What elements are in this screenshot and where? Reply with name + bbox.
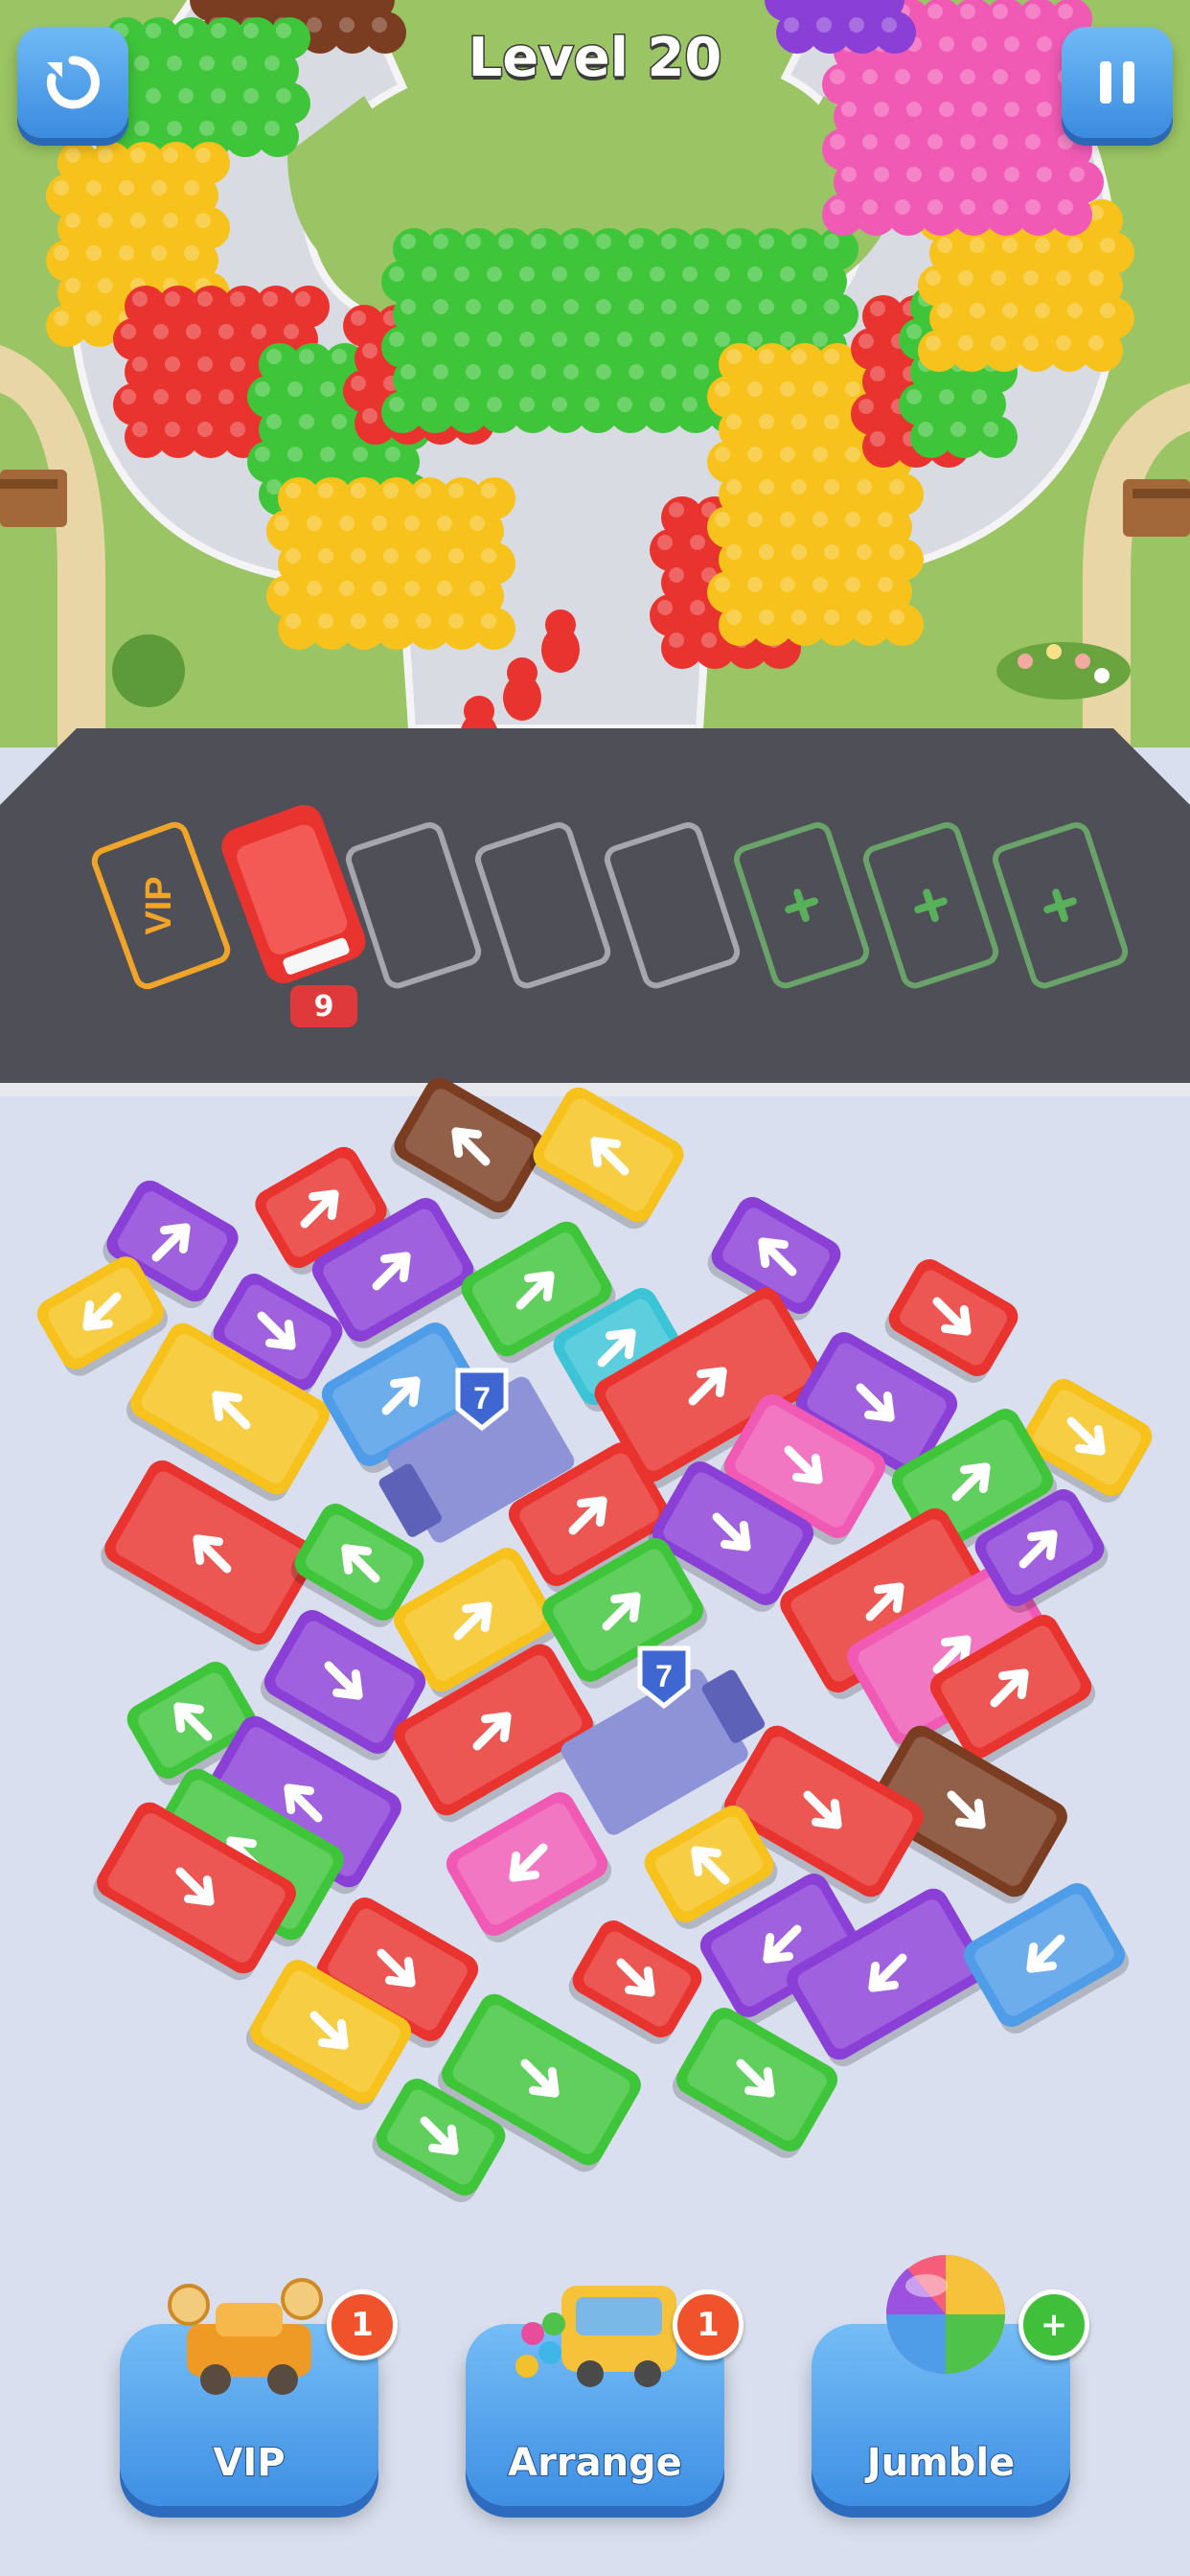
arrange-bus-icon — [515, 2286, 676, 2387]
vip-booster-label: VIP — [212, 2440, 286, 2486]
bench-right — [1123, 479, 1190, 537]
jumble-booster-label: Jumble — [866, 2440, 1017, 2486]
crowd-group-yellow — [266, 477, 515, 650]
vip-car-icon — [168, 2278, 323, 2395]
bus-passenger-count: 9 — [290, 985, 357, 1027]
vip-slot-label: VIP — [139, 876, 179, 934]
pause-button[interactable] — [1062, 27, 1173, 138]
game-scene: VIP 7 7 — [0, 0, 1190, 2576]
walking-passenger — [503, 657, 541, 721]
pause-icon — [1100, 61, 1134, 104]
parking-curb — [0, 1083, 1190, 1096]
bench-left — [0, 470, 67, 527]
arrange-booster-label: Arrange — [507, 2440, 683, 2486]
walking-passenger — [541, 610, 580, 673]
jumble-add-badge[interactable]: + — [1018, 2289, 1089, 2360]
svg-text:7: 7 — [655, 1659, 673, 1693]
svg-text:7: 7 — [473, 1381, 491, 1415]
arrange-booster-button[interactable]: Arrange 1 — [466, 2286, 744, 2506]
jumble-booster-button[interactable]: Jumble + — [812, 2255, 1089, 2506]
level-title: Level 20 — [467, 26, 723, 91]
arrange-booster-count: 1 — [673, 2289, 744, 2360]
bush — [112, 634, 185, 707]
flower-bed — [996, 642, 1131, 700]
vip-booster-count: 1 — [327, 2289, 398, 2360]
vip-booster-button[interactable]: VIP 1 — [120, 2278, 398, 2506]
jumble-ball-icon — [885, 2255, 1005, 2374]
